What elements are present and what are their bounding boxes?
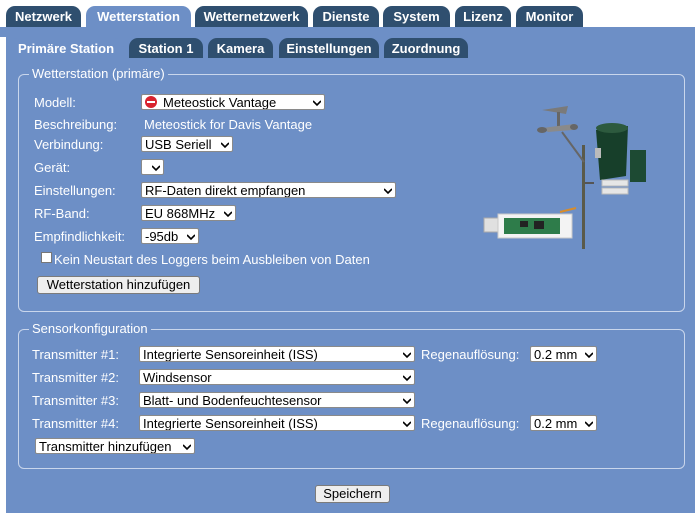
model-select[interactable]: Meteostick Vantage [141,94,325,110]
tab-dienste[interactable]: Dienste [313,6,379,27]
save-button[interactable]: Speichern [315,485,390,503]
tab-monitor[interactable]: Monitor [516,6,583,27]
chevron-down-icon [585,421,593,428]
rfband-select-value: EU 868MHz [145,206,216,221]
settings-label: Einstellungen: [34,183,116,198]
sensitivity-label: Empfindlichkeit: [34,229,126,244]
chevron-down-icon [403,398,411,405]
add-transmitter-select[interactable]: Transmitter hinzufügen [35,438,195,454]
chevron-down-icon [187,234,195,241]
tab-netzwerk[interactable]: Netzwerk [6,6,81,27]
transmitter-2-label: Transmitter #2: [32,370,119,385]
rain-resolution-1-value: 0.2 mm [534,347,578,362]
sensitivity-select[interactable]: -95db [141,228,199,244]
no-entry-icon [145,96,157,108]
add-station-button[interactable]: Wetterstation hinzufügen [37,276,200,294]
settings-select[interactable]: RF-Daten direkt empfangen [141,182,396,198]
transmitter-3-value: Blatt- und Bodenfeuchtesensor [143,393,322,408]
model-select-value: Meteostick Vantage [163,95,277,110]
transmitter-3-select[interactable]: Blatt- und Bodenfeuchtesensor [139,392,415,408]
tab-wetternetzwerk[interactable]: Wetternetzwerk [195,6,308,27]
sensitivity-select-value: -95db [145,229,179,244]
chevron-down-icon [403,421,411,428]
subtab-zuordnung[interactable]: Zuordnung [384,38,468,58]
subtab-kamera[interactable]: Kamera [208,38,273,58]
sensor-legend: Sensorkonfiguration [29,321,151,337]
transmitter-2-value: Windsensor [143,370,212,385]
rain-resolution-4-label: Regenauflösung: [421,416,520,431]
tab-lizenz[interactable]: Lizenz [455,6,511,27]
model-label: Modell: [34,95,76,110]
transmitter-4-label: Transmitter #4: [32,416,119,431]
add-transmitter-value: Transmitter hinzufügen [39,439,172,454]
rain-resolution-1-label: Regenauflösung: [421,347,520,362]
subtab-einstellungen[interactable]: Einstellungen [279,38,379,58]
chevron-down-icon [183,444,191,451]
transmitter-4-value: Integrierte Sensoreinheit (ISS) [143,416,318,431]
no-restart-label: Kein Neustart des Loggers beim Ausbleibe… [54,252,370,267]
weather-station-image [483,106,646,249]
connection-select-value: USB Seriell [145,137,212,152]
transmitter-1-select[interactable]: Integrierte Sensoreinheit (ISS) [139,346,415,362]
tab-wetterstation[interactable]: Wetterstation [86,6,191,28]
chevron-down-icon [384,188,392,195]
device-label: Gerät: [34,160,71,175]
no-restart-checkbox[interactable] [41,252,52,263]
transmitter-3-label: Transmitter #3: [32,393,119,408]
rain-resolution-1-select[interactable]: 0.2 mm [530,346,597,362]
chevron-down-icon [313,100,321,107]
station-legend: Wetterstation (primäre) [29,66,168,82]
chevron-down-icon [403,352,411,359]
chevron-down-icon [152,165,160,172]
connection-select[interactable]: USB Seriell [141,136,233,152]
chevron-down-icon [403,375,411,382]
rfband-label: RF-Band: [34,206,90,221]
tab-system[interactable]: System [383,6,450,27]
rain-resolution-4-select[interactable]: 0.2 mm [530,415,597,431]
transmitter-1-value: Integrierte Sensoreinheit (ISS) [143,347,318,362]
description-value: Meteostick for Davis Vantage [144,117,313,132]
subtab-primaere-station[interactable]: Primäre Station [8,38,124,59]
chevron-down-icon [221,142,229,149]
rain-resolution-4-value: 0.2 mm [534,416,578,431]
connection-label: Verbindung: [34,137,104,152]
subtab-station-1[interactable]: Station 1 [129,38,203,58]
chevron-down-icon [585,352,593,359]
description-label: Beschreibung: [34,117,118,132]
chevron-down-icon [224,211,232,218]
main-tab-bar: Netzwerk Wetterstation Wetternetzwerk Di… [0,0,695,28]
settings-select-value: RF-Daten direkt empfangen [145,183,306,198]
tab-bar-underline [0,27,695,37]
rfband-select[interactable]: EU 868MHz [141,205,236,221]
device-select[interactable] [141,159,164,175]
transmitter-2-select[interactable]: Windsensor [139,369,415,385]
transmitter-1-label: Transmitter #1: [32,347,119,362]
transmitter-4-select[interactable]: Integrierte Sensoreinheit (ISS) [139,415,415,431]
